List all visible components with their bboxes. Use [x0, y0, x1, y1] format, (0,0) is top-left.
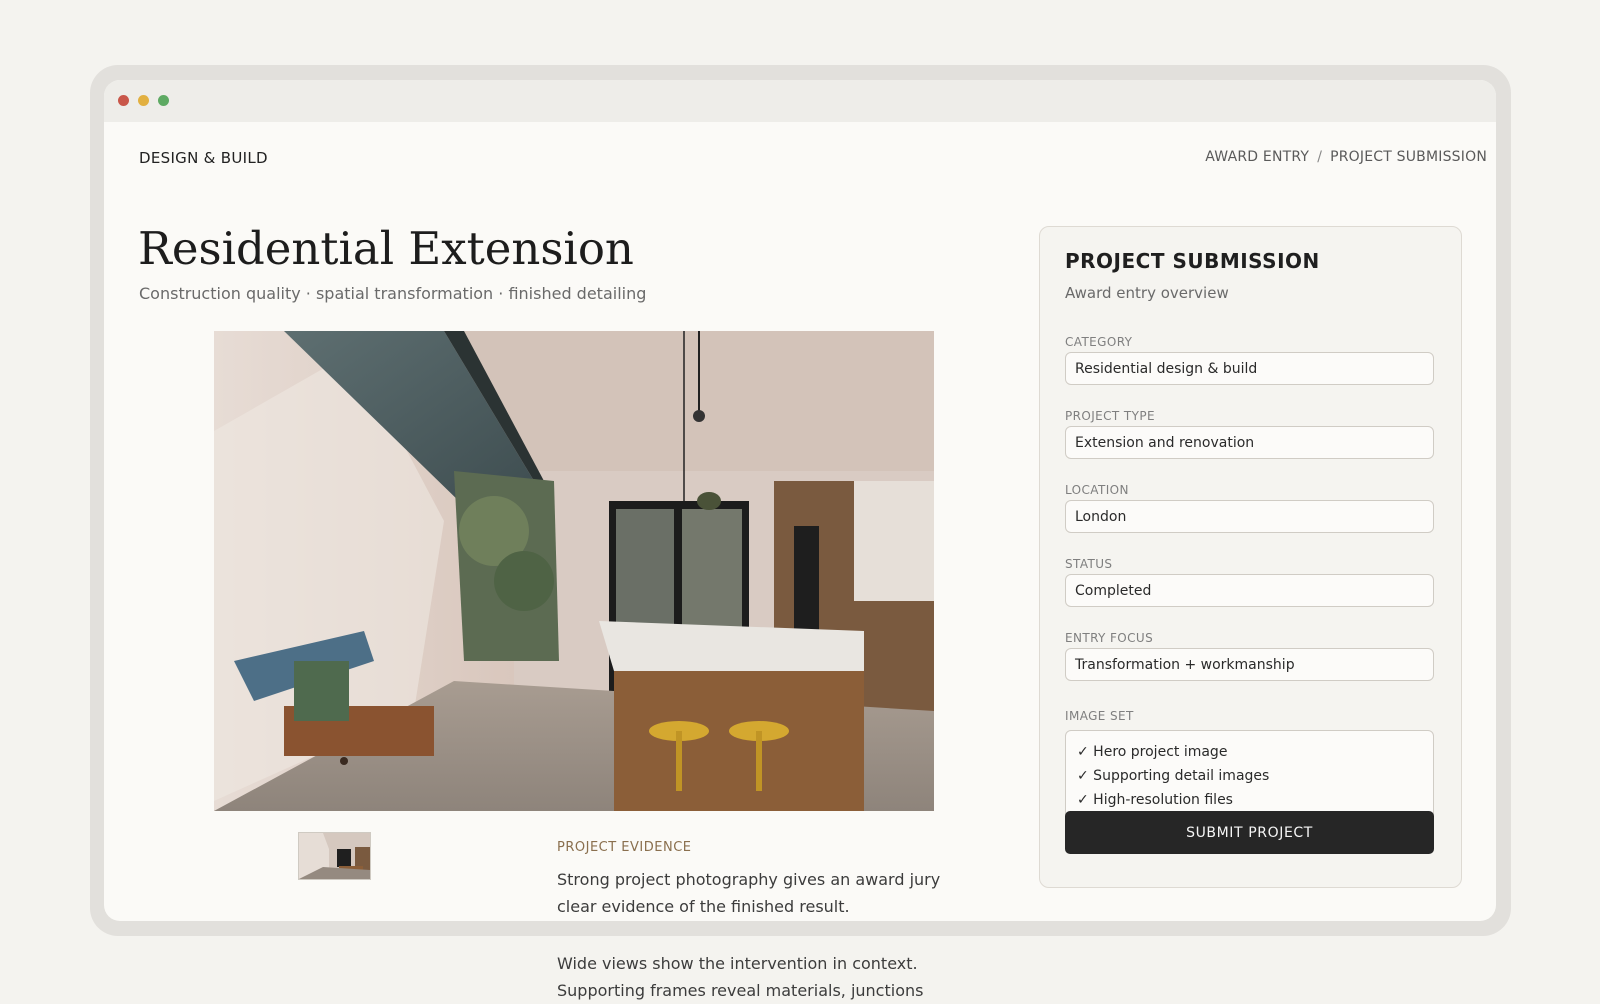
breadcrumb-separator: /: [1317, 149, 1323, 165]
entry-focus-label: ENTRY FOCUS: [1065, 631, 1154, 645]
app-window: DESIGN & BUILD AWARD ENTRY / PROJECT SUBMI…: [104, 80, 1496, 921]
evidence-label: PROJECT EVIDENCE: [557, 840, 692, 855]
project-type-label: PROJECT TYPE: [1065, 409, 1155, 423]
thumbnail-illustration: [299, 833, 370, 879]
title-bar: [104, 80, 1496, 122]
page-subtitle: Construction quality · spatial transform…: [139, 284, 647, 303]
image-set-label: IMAGE SET: [1065, 709, 1134, 723]
minimize-window-dot[interactable]: [138, 95, 149, 106]
page-title: Residential Extension: [138, 222, 634, 275]
location-field[interactable]: London: [1065, 500, 1434, 533]
evidence-paragraph-overflow: Wide views show the intervention in cont…: [557, 954, 924, 1000]
hero-thumbnail[interactable]: [298, 832, 371, 880]
hero-project-image[interactable]: [214, 331, 934, 811]
breadcrumb-award-entry[interactable]: AWARD ENTRY: [1205, 149, 1309, 165]
project-type-field[interactable]: Extension and renovation: [1065, 426, 1434, 459]
maximize-window-dot[interactable]: [158, 95, 169, 106]
image-set-item: ✓ Hero project image: [1077, 744, 1228, 760]
status-label: STATUS: [1065, 557, 1113, 571]
evidence-paragraph: Strong project photography gives an awar…: [557, 870, 941, 916]
brand-logo-text[interactable]: DESIGN & BUILD: [139, 149, 268, 167]
submit-project-button[interactable]: SUBMIT PROJECT: [1065, 811, 1434, 854]
entry-focus-field[interactable]: Transformation + workmanship: [1065, 648, 1434, 681]
breadcrumb: AWARD ENTRY / PROJECT SUBMISSION: [1205, 149, 1487, 165]
category-field[interactable]: Residential design & build: [1065, 352, 1434, 385]
kitchen-photo-illustration: [214, 331, 934, 811]
image-set-item: ✓ Supporting detail images: [1077, 768, 1270, 784]
image-set-item: ✓ High-resolution files: [1077, 792, 1233, 808]
panel-title: PROJECT SUBMISSION: [1065, 249, 1320, 273]
category-label: CATEGORY: [1065, 335, 1133, 349]
panel-subtitle: Award entry overview: [1065, 284, 1229, 302]
close-window-dot[interactable]: [118, 95, 129, 106]
location-label: LOCATION: [1065, 483, 1129, 497]
breadcrumb-project-submission: PROJECT SUBMISSION: [1330, 149, 1487, 165]
status-field[interactable]: Completed: [1065, 574, 1434, 607]
image-set-list[interactable]: ✓ Hero project image ✓ Supporting detail…: [1065, 730, 1434, 820]
submission-panel: PROJECT SUBMISSION Award entry overview …: [1039, 226, 1462, 888]
